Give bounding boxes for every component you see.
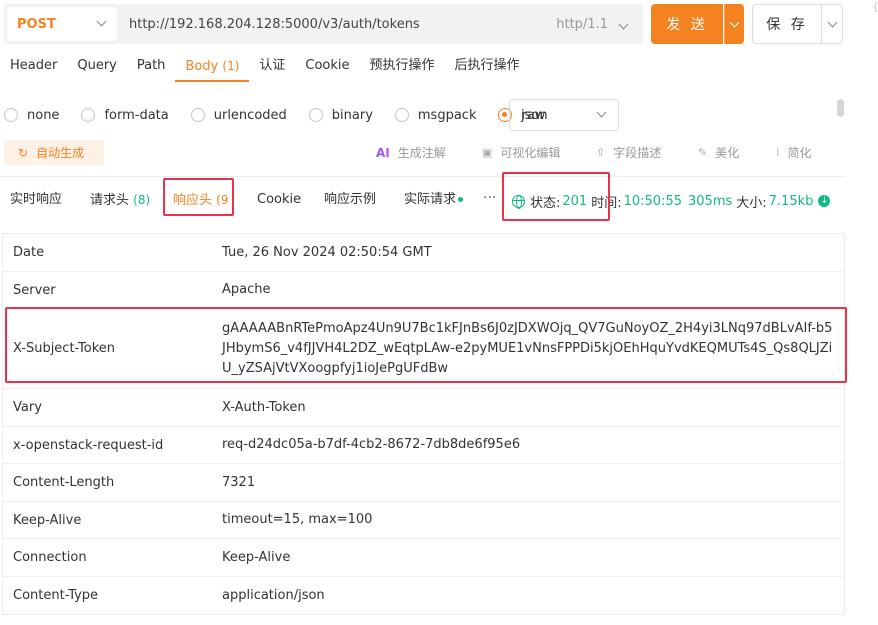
body-toolbar: AI 生成注解 ▣ 可视化编辑 ⇧ 字段描述 ✎ 美化 ⁞ 简化 <box>0 140 845 165</box>
radio-form-data[interactable]: form-data <box>81 108 169 123</box>
table-row: X-Subject-Token gAAAAABnRTePmoApz4Un9U7B… <box>3 309 844 389</box>
download-icon[interactable]: ↓ <box>818 195 831 207</box>
wand-icon: ✎ <box>698 146 708 159</box>
radio-circle-icon <box>4 108 18 122</box>
url-bar: POST http://192.168.204.128:5000/v3/auth… <box>4 4 643 44</box>
size-value: 7.15kb <box>768 193 814 209</box>
time-value: 10:50:55 <box>623 193 682 209</box>
header-key: Server <box>13 282 56 298</box>
radio-msgpack[interactable]: msgpack <box>394 108 476 123</box>
tab-response-cookie[interactable]: Cookie <box>257 186 301 216</box>
tab-response-example[interactable]: 响应示例 <box>324 186 376 216</box>
globe-icon <box>512 194 525 209</box>
header-value: req-d24dc05a-b7df-4cb2-8672-7db8de6f95e6 <box>222 437 521 452</box>
header-key: Connection <box>13 550 87 565</box>
bracket-icon: { <box>872 0 878 13</box>
table-row: Vary X-Auth-Token <box>3 389 844 427</box>
table-row: Connection Keep-Alive <box>3 539 844 577</box>
table-row: x-openstack-request-id req-d24dc05a-b7df… <box>3 427 844 464</box>
status-dot-icon <box>458 197 464 202</box>
header-value: Tue, 26 Nov 2024 02:50:54 GMT <box>222 244 432 260</box>
radio-circle-icon <box>394 108 409 122</box>
header-value: X-Auth-Token <box>222 399 306 415</box>
tab-auth[interactable]: 认证 <box>249 52 295 82</box>
tab-cookie[interactable]: Cookie <box>295 52 359 82</box>
radio-none[interactable]: none <box>4 108 59 123</box>
radio-circle-icon <box>308 108 323 122</box>
table-row: Date Tue, 26 Nov 2024 02:50:54 GMT <box>3 234 844 272</box>
more-tabs-button[interactable]: ··· <box>483 186 496 216</box>
simplify-button[interactable]: ⁞ 简化 <box>776 144 812 161</box>
edit-icon: ▣ <box>482 146 493 159</box>
protocol-select[interactable]: http/1.1 <box>556 17 608 32</box>
chevron-down-icon <box>596 107 607 118</box>
header-key: Keep-Alive <box>13 512 82 528</box>
field-description-button[interactable]: ⇧ 字段描述 <box>596 144 661 161</box>
upload-icon: ⇧ <box>596 146 606 159</box>
body-format-select[interactable]: json <box>509 99 619 131</box>
radio-binary[interactable]: binary <box>308 108 373 123</box>
status-label: 状态: <box>530 195 561 211</box>
body-type-group: none form-data urlencoded binary msgpack… <box>0 100 563 130</box>
ai-icon: AI <box>376 145 390 160</box>
tab-pre-script[interactable]: 预执行操作 <box>360 52 445 82</box>
header-key: Content-Length <box>13 475 115 490</box>
scrollbar-thumb[interactable] <box>837 99 844 117</box>
table-row: Keep-Alive timeout=15, max=100 <box>3 502 844 539</box>
send-button[interactable]: 发 送 <box>651 4 723 44</box>
radio-circle-icon <box>190 108 205 122</box>
save-button[interactable]: 保 存 <box>752 4 822 44</box>
method-label: POST <box>17 16 56 32</box>
generate-comment-button[interactable]: AI 生成注解 <box>376 144 446 161</box>
radio-circle-icon <box>81 108 96 122</box>
response-status-bar: 状态: 201 时间: 10:50:55 305ms 大小: 7.15kb ↓ <box>512 186 831 216</box>
beautify-button[interactable]: ✎ 美化 <box>698 144 739 161</box>
tab-query[interactable]: Query <box>67 52 127 82</box>
tab-request-headers[interactable]: 请求头 (8) <box>90 186 150 216</box>
header-value: application/json <box>222 587 325 603</box>
send-dropdown-button[interactable] <box>724 4 744 44</box>
header-value: Apache <box>222 282 271 297</box>
request-tabs: Header Query Path Body (1) 认证 Cookie 预执行… <box>0 52 530 82</box>
tab-body[interactable]: Body (1) <box>175 52 250 82</box>
tab-header[interactable]: Header <box>0 52 67 82</box>
table-row: Content-Type application/json <box>3 577 844 614</box>
header-key: Content-Type <box>13 588 99 603</box>
chevron-down-icon[interactable] <box>618 19 629 29</box>
url-input[interactable]: http://192.168.204.128:5000/v3/auth/toke… <box>129 17 556 32</box>
chevron-down-icon <box>827 17 837 27</box>
save-dropdown-button[interactable] <box>821 4 843 44</box>
status-code: 201 <box>562 193 588 209</box>
header-value: gAAAAABnRTePmoApz4Un9U7Bc1kFJnBs6J0zJDXW… <box>222 320 833 376</box>
radio-urlencoded[interactable]: urlencoded <box>190 108 287 123</box>
tab-live-response[interactable]: 实时响应 <box>10 186 62 216</box>
time-label: 时间: <box>591 195 622 211</box>
header-key: Date <box>13 245 45 260</box>
header-key: X-Subject-Token <box>13 341 116 356</box>
tab-actual-request[interactable]: 实际请求 <box>404 186 464 216</box>
size-label: 大小: <box>736 195 767 211</box>
header-value: Keep-Alive <box>222 549 291 565</box>
header-key: x-openstack-request-id <box>13 437 164 453</box>
visual-edit-button[interactable]: ▣ 可视化编辑 <box>482 144 560 161</box>
table-row: Content-Length 7321 <box>3 464 844 502</box>
body-format-value: json <box>521 107 548 123</box>
response-headers-table: Date Tue, 26 Nov 2024 02:50:54 GMT Serve… <box>2 233 845 615</box>
tab-post-script[interactable]: 后执行操作 <box>445 52 530 82</box>
duration-value: 305ms <box>688 193 733 209</box>
chevron-down-icon <box>729 17 740 27</box>
header-value: 7321 <box>222 474 256 490</box>
header-value: timeout=15, max=100 <box>222 512 373 527</box>
divider <box>0 176 845 177</box>
compress-icon: ⁞ <box>776 146 780 159</box>
header-key: Vary <box>13 400 42 415</box>
tab-path[interactable]: Path <box>127 52 176 82</box>
table-row: Server Apache <box>3 272 844 309</box>
chevron-down-icon <box>96 16 107 27</box>
tab-response-headers[interactable]: 响应头 (9 <box>166 186 232 216</box>
method-select[interactable]: POST <box>7 7 117 41</box>
